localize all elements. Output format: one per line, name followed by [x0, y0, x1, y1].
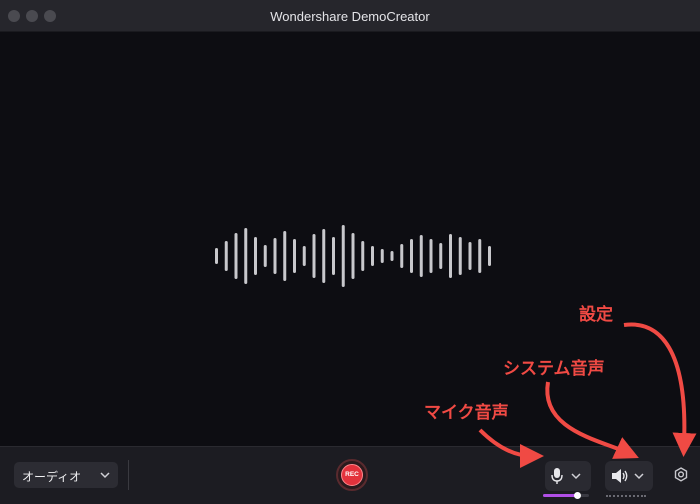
waveform-bar — [380, 249, 384, 263]
chevron-down-icon — [100, 472, 110, 479]
waveform-bar — [341, 225, 345, 287]
microphone-volume-fill — [543, 494, 578, 497]
waveform-bar — [283, 231, 287, 281]
chevron-down-icon[interactable] — [571, 472, 581, 480]
waveform-bar — [263, 245, 267, 267]
waveform-bars — [215, 225, 491, 287]
audio-preview-area — [0, 32, 700, 446]
annotation-microphone-label: マイク音声 — [424, 403, 509, 423]
waveform-bar — [429, 239, 433, 273]
waveform-bar — [410, 239, 413, 273]
waveform-bar — [488, 246, 491, 266]
microphone-volume-slider[interactable] — [543, 492, 589, 499]
waveform-bar — [254, 237, 257, 275]
system-audio-level-indicator — [606, 494, 646, 497]
title-bar: Wondershare DemoCreator — [0, 0, 700, 32]
waveform-bar — [400, 244, 404, 268]
chevron-down-icon[interactable] — [634, 472, 644, 480]
waveform-bar — [371, 246, 374, 266]
waveform-bar — [449, 234, 452, 278]
record-button-label: REC — [345, 471, 359, 478]
window-title: Wondershare DemoCreator — [270, 9, 430, 24]
toolbar-divider — [128, 460, 129, 490]
waveform-bar — [419, 235, 423, 277]
waveform-bar — [273, 238, 277, 274]
waveform-bar — [302, 246, 306, 266]
recording-mode-value: オーディオ — [22, 470, 82, 484]
system-audio-toggle[interactable] — [605, 461, 653, 491]
bottom-toolbar: オーディオ REC — [0, 446, 700, 504]
waveform-bar — [322, 229, 326, 283]
speaker-icon — [612, 469, 628, 483]
waveform-bar — [468, 242, 472, 270]
recording-mode-select[interactable]: オーディオ — [14, 462, 118, 488]
gear-icon[interactable] — [668, 462, 694, 488]
waveform-bar — [351, 233, 355, 279]
waveform-bar — [293, 239, 296, 273]
waveform-bar — [215, 248, 218, 264]
waveform-bar — [478, 239, 482, 273]
annotation-system-audio-label: システム音声 — [503, 359, 605, 379]
microphone-volume-knob[interactable] — [574, 492, 581, 499]
microphone-icon — [551, 468, 563, 484]
waveform-bar — [312, 234, 316, 278]
waveform-graphic — [215, 225, 491, 287]
waveform-bar — [244, 228, 248, 284]
record-button-core: REC — [341, 464, 363, 486]
annotation-settings-label: 設定 — [579, 305, 613, 325]
waveform-bar — [224, 241, 228, 271]
microphone-toggle[interactable] — [545, 461, 591, 491]
waveform-bar — [361, 241, 365, 271]
record-button[interactable]: REC — [336, 459, 368, 491]
waveform-bar — [458, 237, 462, 275]
waveform-bar — [234, 233, 238, 279]
waveform-bar — [332, 237, 335, 275]
waveform-bar — [439, 243, 443, 269]
waveform-bar — [390, 251, 394, 261]
